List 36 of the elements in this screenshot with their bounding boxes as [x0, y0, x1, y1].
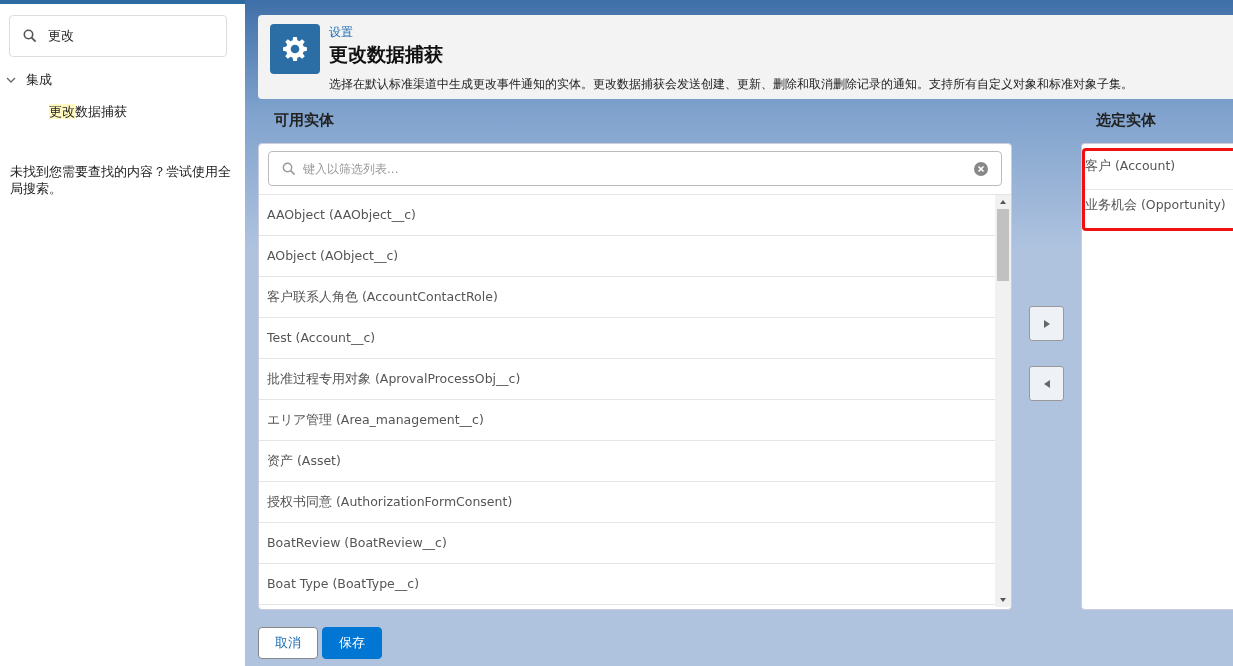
list-option[interactable]: AAObject (AAObject__c) [259, 195, 995, 236]
right-triangle-icon [1042, 318, 1051, 329]
scroll-down-icon[interactable] [999, 597, 1007, 603]
list-option[interactable]: BoatReview (BoatReview__c) [259, 523, 995, 564]
list-option[interactable]: Test (Account__c) [259, 318, 995, 359]
search-icon [23, 29, 37, 43]
list-label: 可用实体 [273, 111, 335, 131]
cancel-button[interactable]: 取消 [258, 627, 318, 659]
breadcrumb-link[interactable]: 设置 [329, 24, 1133, 41]
scrollbar[interactable] [995, 195, 1011, 607]
move-left-button[interactable] [1029, 366, 1064, 401]
left-triangle-icon [1042, 378, 1051, 389]
list-option[interactable]: AObject (AObject__c) [259, 236, 995, 277]
list-option[interactable]: 批准过程专用对象 (AprovalProcessObj__c) [259, 359, 995, 400]
search-icon [282, 161, 296, 176]
list-option[interactable]: 客户联系人角色 (AccountContactRole) [259, 277, 995, 318]
scroll-thumb[interactable] [997, 209, 1009, 281]
move-right-button[interactable] [1029, 306, 1064, 341]
page-description: 选择在默认标准渠道中生成更改事件通知的实体。更改数据捕获会发送创建、更新、删除和取消删除记录的通知。支持所有自定义对象和标准对象子集。 [329, 76, 1133, 93]
list-option[interactable]: 授权书同意 (AuthorizationFormConsent) [259, 482, 995, 523]
search-field[interactable]: 更改 [9, 15, 227, 57]
filter-field[interactable]: 键入以筛选列表... [268, 151, 1002, 186]
page-title: 更改数据捕获 [329, 42, 444, 67]
hint-text: 未找到您需要查找的内容？尝试使用全局搜索。 [10, 163, 232, 197]
save-button[interactable]: 保存 [322, 627, 382, 659]
list-option[interactable]: Boat Type (BoatType__c) [259, 564, 995, 605]
list-option[interactable]: 资产 (Asset) [259, 441, 995, 482]
list-option[interactable]: 客户 (Account) [1085, 151, 1233, 190]
tree-item[interactable]: 更改数据捕获 [0, 103, 245, 121]
tree-item[interactable]: 集成 [26, 71, 52, 89]
list-option[interactable]: エリア管理 (Area_management__c) [259, 400, 995, 441]
list-option[interactable]: 业务机会 (Opportunity) [1085, 190, 1233, 228]
clear-icon[interactable] [974, 161, 988, 176]
gear-icon [270, 24, 320, 74]
scroll-up-icon[interactable] [999, 199, 1007, 205]
list-label: 选定实体 [1095, 111, 1157, 131]
